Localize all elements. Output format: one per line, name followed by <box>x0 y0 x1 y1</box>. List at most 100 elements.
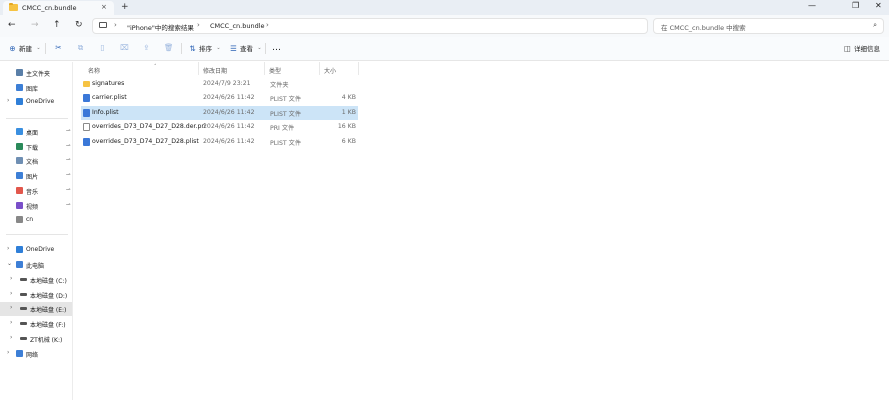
sidebar-item-label: OneDrive <box>26 98 55 105</box>
breadcrumb-separator[interactable]: › <box>266 21 269 29</box>
sidebar-item-pictures[interactable]: 图片 ⊸ <box>0 169 72 183</box>
column-resizer[interactable] <box>264 62 265 75</box>
pictures-icon <box>16 172 23 179</box>
sidebar-item-drive-f[interactable]: › 本地磁盘 (F:) <box>0 317 72 331</box>
drive-icon <box>20 293 27 296</box>
drive-icon <box>20 322 27 325</box>
chevron-right-icon[interactable]: › <box>7 349 9 356</box>
cut-button[interactable]: ✂ <box>54 43 63 52</box>
sidebar-item-this-pc[interactable]: ⌄ 此电脑 <box>0 258 72 272</box>
chevron-right-icon[interactable]: › <box>10 290 12 297</box>
sidebar-item-home[interactable]: 主文件夹 <box>0 66 72 80</box>
chevron-right-icon[interactable]: › <box>10 275 12 282</box>
sidebar-item-drive-k[interactable]: › ZT机械 (K:) <box>0 332 72 346</box>
pin-icon: ⊸ <box>66 202 71 208</box>
sidebar-item-label: 桌面 <box>26 130 39 137</box>
view-button[interactable]: ☰ 查看 ⌄ <box>229 43 264 54</box>
copy-button[interactable]: ⧉ <box>76 43 85 52</box>
more-icon: … <box>272 43 282 53</box>
sidebar-item-label: 本地磁盘 (D:) <box>30 293 68 300</box>
column-header-size[interactable]: 大小 <box>324 66 336 75</box>
chevron-right-icon[interactable]: › <box>10 304 12 311</box>
file-date: 2024/7/9 23:21 <box>203 80 251 87</box>
more-button[interactable]: … <box>272 43 282 53</box>
chevron-down-icon[interactable]: ⌄ <box>7 260 12 267</box>
refresh-button[interactable]: ↻ <box>75 20 83 30</box>
breadcrumb-cmcc-bundle[interactable]: CMCC_cn.bundle <box>210 22 265 30</box>
sidebar-item-onedrive[interactable]: › OneDrive <box>0 95 72 109</box>
column-resizer[interactable] <box>198 62 199 75</box>
column-header-date[interactable]: 修改日期 <box>203 66 227 75</box>
tab-cmcc-bundle[interactable]: CMCC_cn.bundle × <box>3 1 114 15</box>
file-type: PLIST 文件 <box>270 111 302 118</box>
videos-icon <box>16 202 23 209</box>
plist-icon <box>83 109 90 117</box>
file-type: PLIST 文件 <box>270 96 302 103</box>
column-header-type[interactable]: 类型 <box>269 66 281 75</box>
search-icon[interactable]: ⌕ <box>873 21 877 30</box>
search-folder-icon <box>16 216 23 223</box>
chevron-right-icon[interactable]: › <box>10 319 12 326</box>
music-icon <box>16 187 23 194</box>
address-bar[interactable]: › "iPhone"中的搜索结果 › CMCC_cn.bundle › <box>92 18 648 34</box>
paste-button[interactable]: ▯ <box>98 43 107 52</box>
sidebar-item-videos[interactable]: 视频 ⊸ <box>0 199 72 213</box>
sidebar-item-downloads[interactable]: 下载 ⊸ <box>0 140 72 154</box>
chevron-down-icon: ⌄ <box>36 44 41 51</box>
sidebar-item-drive-c[interactable]: › 本地磁盘 (C:) <box>0 273 72 287</box>
divider <box>181 43 182 54</box>
file-row[interactable]: carrier.plist 2024/6/26 11:42 PLIST 文件 4… <box>81 91 358 105</box>
rename-button[interactable]: ⌧ <box>120 43 129 52</box>
share-button[interactable]: ⇪ <box>142 43 151 52</box>
sidebar-item-gallery[interactable]: 图库 <box>0 81 72 95</box>
sidebar-item-label: 图片 <box>26 174 39 181</box>
chevron-right-icon[interactable]: › <box>7 245 9 252</box>
tab-close-button[interactable]: × <box>101 3 107 11</box>
paste-icon: ▯ <box>100 43 105 52</box>
breadcrumb-search-results[interactable]: "iPhone"中的搜索结果 <box>127 22 194 32</box>
close-window-button[interactable]: ✕ <box>875 1 882 10</box>
trash-icon: 🗑 <box>164 43 174 52</box>
file-row-selected[interactable]: Info.plist 2024/6/26 11:42 PLIST 文件 1 KB <box>81 106 358 120</box>
sidebar-item-documents[interactable]: 文档 ⊸ <box>0 154 72 168</box>
sidebar-item-network[interactable]: › 网络 <box>0 347 72 361</box>
minimize-button[interactable]: — <box>808 1 816 10</box>
new-tab-button[interactable]: + <box>121 2 129 12</box>
details-button[interactable]: ◫ 详细信息 <box>843 43 880 54</box>
sidebar-item-drive-d[interactable]: › 本地磁盘 (D:) <box>0 288 72 302</box>
chevron-right-icon[interactable]: › <box>7 97 9 104</box>
file-name: signatures <box>92 80 125 87</box>
view-icon: ☰ <box>230 43 237 53</box>
search-box[interactable]: 在 CMCC_cn.bundle 中搜索 ⌕ <box>653 18 884 34</box>
sidebar-item-label: 音乐 <box>26 189 39 196</box>
sidebar-item-desktop[interactable]: 桌面 ⊸ <box>0 125 72 139</box>
sidebar-item-onedrive-tree[interactable]: › OneDrive <box>0 243 72 257</box>
chevron-down-icon: ⌄ <box>257 44 262 51</box>
sidebar-item-drive-e[interactable]: › 本地磁盘 (E:) <box>0 302 72 316</box>
file-row[interactable]: overrides_D73_D74_D27_D28.plist 2024/6/2… <box>81 135 358 149</box>
sidebar-item-label: ZT机械 (K:) <box>30 337 63 344</box>
chevron-right-icon[interactable]: › <box>10 334 12 341</box>
column-header-name[interactable]: 名称 ˄ <box>88 64 157 75</box>
sidebar-item-music[interactable]: 音乐 ⊸ <box>0 184 72 198</box>
divider <box>6 118 68 119</box>
back-button[interactable]: ← <box>8 20 16 30</box>
column-resizer[interactable] <box>319 62 320 75</box>
document-icon <box>83 123 90 131</box>
new-button[interactable]: ⊕ 新建 ⌄ <box>8 43 43 54</box>
breadcrumb-separator[interactable]: › <box>114 21 117 29</box>
sidebar-item-cn[interactable]: cn <box>0 213 72 227</box>
maximize-button[interactable]: ❐ <box>852 1 859 10</box>
file-row[interactable]: overrides_D73_D74_D27_D28.der.pri 2024/6… <box>81 120 358 134</box>
up-button[interactable]: ↑ <box>53 20 61 30</box>
delete-button[interactable]: 🗑 <box>164 43 174 52</box>
navigation-pane: 主文件夹 图库 › OneDrive 桌面 ⊸ 下载 ⊸ 文档 ⊸ 图片 ⊸ 音… <box>0 62 73 400</box>
file-row[interactable]: signatures 2024/7/9 23:21 文件夹 <box>81 77 358 91</box>
tab-title: CMCC_cn.bundle <box>22 4 77 12</box>
forward-button[interactable]: → <box>31 20 39 30</box>
download-icon <box>16 143 23 150</box>
sidebar-item-label: 文档 <box>26 159 39 166</box>
column-resizer[interactable] <box>358 62 359 75</box>
breadcrumb-separator[interactable]: › <box>197 21 200 29</box>
sort-button[interactable]: ⇅ 排序 ⌄ <box>188 43 223 54</box>
